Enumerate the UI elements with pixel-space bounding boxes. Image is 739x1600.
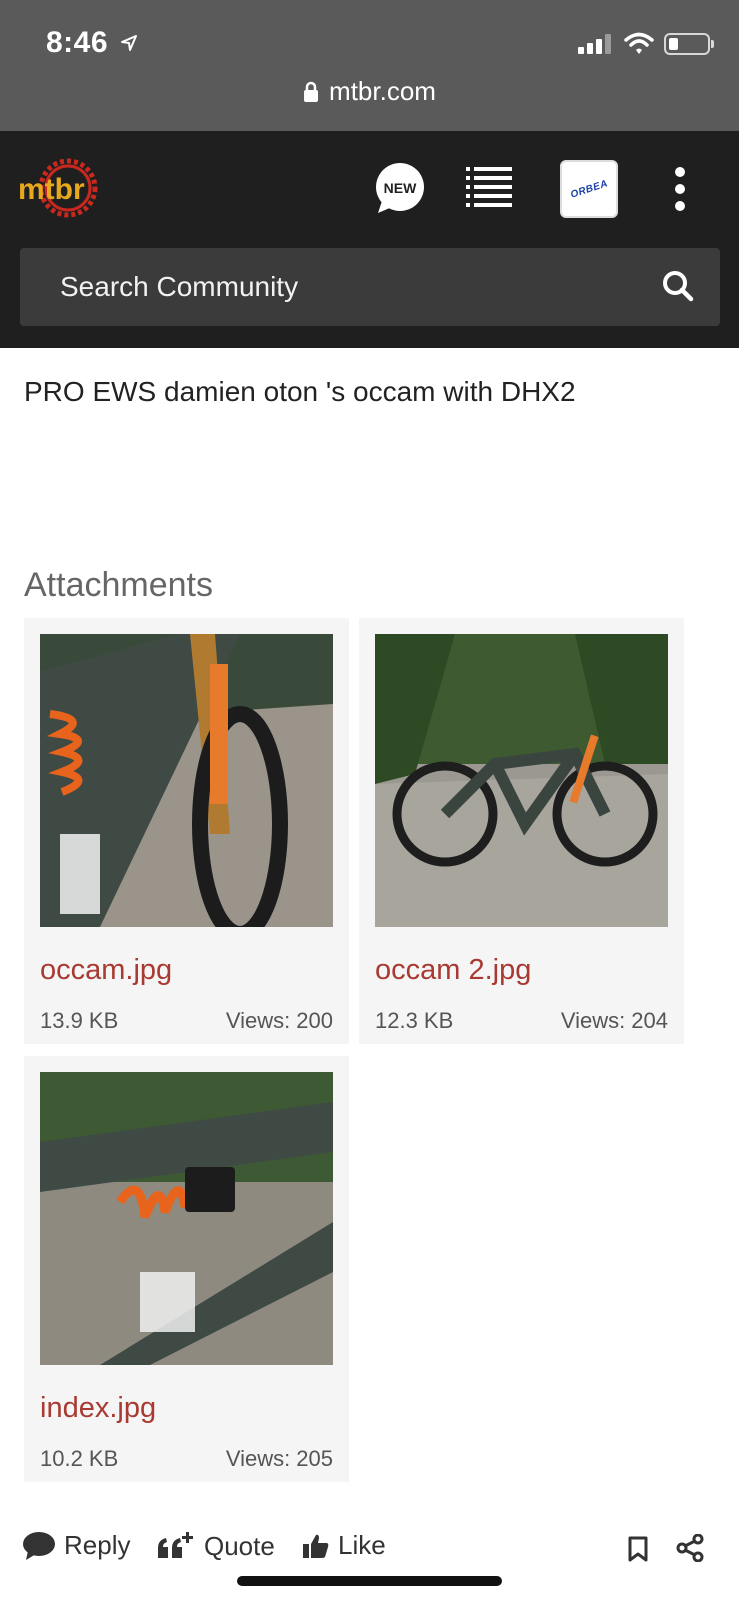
svg-text:NEW: NEW [384, 180, 417, 196]
new-icon: NEW [376, 163, 424, 213]
attachment-views: Views: 204 [561, 1008, 668, 1034]
battery-nub [711, 40, 714, 48]
lock-icon [304, 81, 319, 102]
wifi-icon [624, 32, 654, 54]
share-icon[interactable] [676, 1534, 704, 1562]
attachment-views: Views: 205 [226, 1446, 333, 1472]
list-icon[interactable] [466, 165, 512, 209]
reply-label: Reply [64, 1530, 131, 1560]
views-count: 204 [631, 1008, 668, 1033]
battery-icon [664, 33, 710, 55]
attachments-heading: Attachments [24, 566, 213, 604]
attachment-card[interactable]: index.jpg 10.2 KB Views: 205 [24, 1056, 349, 1482]
quote-label: Quote [204, 1530, 275, 1561]
browser-chrome: 8:46 mtbr.com [0, 0, 739, 131]
attachment-size: 13.9 KB [40, 1008, 119, 1033]
new-posts-button[interactable]: NEW [374, 163, 426, 215]
attachment-thumbnail[interactable] [375, 634, 668, 927]
sponsor-logo: ORBEA [568, 177, 610, 201]
location-arrow-icon [121, 35, 137, 51]
signal-icon [578, 34, 611, 54]
search-bar [20, 248, 720, 326]
address-bar[interactable]: mtbr.com [0, 76, 739, 107]
quote-button[interactable]: Quote [156, 1530, 275, 1562]
more-icon[interactable] [669, 167, 691, 211]
site-header: mtbr NEW ORBEA [0, 131, 739, 348]
logo-text: mtbr [18, 173, 85, 206]
post-body: PRO EWS damien oton 's occam with DHX2 [24, 376, 576, 407]
views-count: 200 [296, 1008, 333, 1033]
views-count: 205 [296, 1446, 333, 1471]
views-label: Views: [225, 1446, 291, 1471]
post-actions: Reply Quote Like [0, 1530, 739, 1580]
like-icon [303, 1534, 329, 1558]
search-input[interactable] [60, 248, 620, 326]
attachment-size: 10.2 KB [40, 1446, 119, 1471]
bookmark-icon[interactable] [628, 1536, 648, 1562]
views-label: Views: [560, 1008, 626, 1033]
like-label: Like [338, 1530, 386, 1560]
attachment-name[interactable]: index.jpg [40, 1392, 156, 1425]
attachment-card[interactable]: occam 2.jpg 12.3 KB Views: 204 [359, 618, 684, 1044]
sponsor-button[interactable]: ORBEA [560, 160, 618, 218]
mtbr-logo[interactable]: mtbr [18, 157, 116, 219]
views-label: Views: [225, 1008, 291, 1033]
quote-icon [158, 1532, 193, 1558]
attachment-thumbnail[interactable] [40, 634, 333, 927]
search-icon[interactable] [662, 270, 694, 302]
attachment-card[interactable]: occam.jpg 13.9 KB Views: 200 [24, 618, 349, 1044]
attachment-name[interactable]: occam 2.jpg [375, 954, 531, 987]
attachment-name[interactable]: occam.jpg [40, 954, 172, 987]
reply-button[interactable]: Reply [22, 1530, 130, 1561]
reply-icon [23, 1531, 55, 1560]
url-text: mtbr.com [329, 76, 436, 106]
like-button[interactable]: Like [302, 1530, 386, 1561]
attachment-views: Views: 200 [226, 1008, 333, 1034]
attachment-size: 12.3 KB [375, 1008, 454, 1033]
status-time: 8:46 [46, 26, 109, 59]
attachment-thumbnail[interactable] [40, 1072, 333, 1365]
home-indicator[interactable] [237, 1576, 502, 1586]
